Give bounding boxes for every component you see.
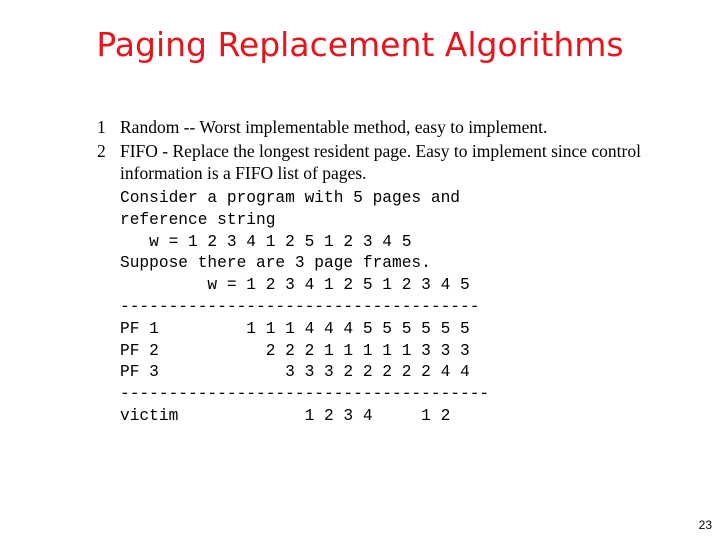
example-intro-line: Consider a program with 5 pages and bbox=[120, 189, 460, 207]
slide-title: Paging Replacement Algorithms bbox=[96, 25, 624, 64]
bullet-random: 1 Random -- Worst implementable method, … bbox=[97, 116, 697, 138]
frames-statement-line: Suppose there are 3 page frames. bbox=[120, 254, 431, 273]
bullet-number: 2 bbox=[97, 141, 106, 161]
bullet-fifo: 2 FIFO - Replace the longest resident pa… bbox=[97, 140, 697, 184]
page-frame-row-2: PF 2 2 2 2 1 1 1 1 1 3 3 3 bbox=[120, 341, 470, 360]
reference-string-line: w = 1 2 3 4 1 2 5 1 2 3 4 5 bbox=[120, 232, 412, 251]
slide: Paging Replacement Algorithms 1 Random -… bbox=[0, 0, 720, 540]
bullet-text: Random -- Worst implementable method, ea… bbox=[120, 117, 548, 137]
divider-line: ------------------------------------- bbox=[120, 297, 480, 316]
example-intro-line: reference string bbox=[120, 210, 276, 229]
page-frame-row-3: PF 3 3 3 3 2 2 2 2 2 4 4 bbox=[120, 363, 470, 382]
bullet-list: 1 Random -- Worst implementable method, … bbox=[97, 116, 697, 184]
victim-row: victim 1 2 3 4 1 2 bbox=[120, 406, 451, 425]
divider-line: -------------------------------------- bbox=[120, 385, 490, 404]
fifo-example: Consider a program with 5 pages and refer… bbox=[120, 188, 489, 428]
page-number: 23 bbox=[698, 518, 712, 532]
reference-string-header: w = 1 2 3 4 1 2 5 1 2 3 4 5 bbox=[120, 276, 470, 295]
bullet-number: 1 bbox=[97, 117, 106, 137]
bullet-text: FIFO - Replace the longest resident page… bbox=[120, 141, 641, 183]
page-frame-row-1: PF 1 1 1 1 4 4 4 5 5 5 5 5 5 bbox=[120, 319, 470, 338]
